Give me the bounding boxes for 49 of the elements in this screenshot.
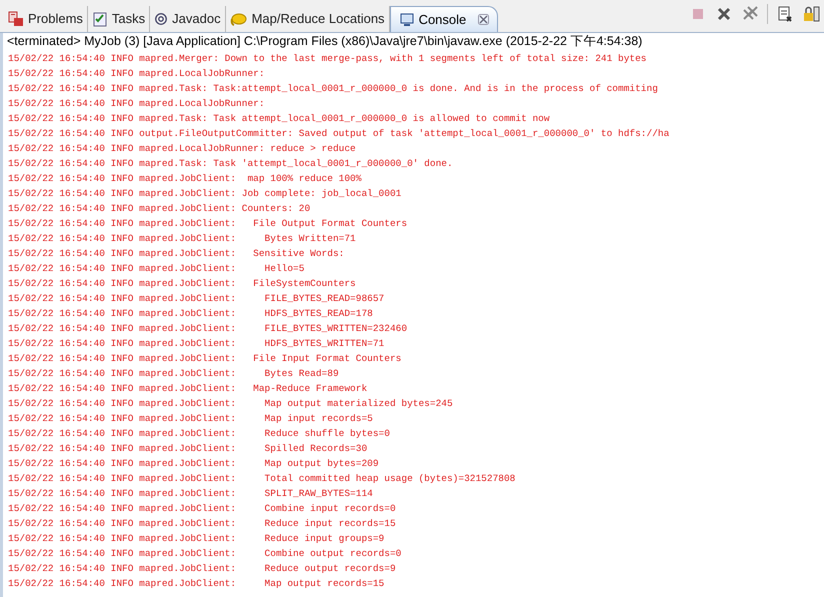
log-line: 15/02/22 16:54:40 INFO mapred.JobClient: Map-Reduce Framework [8,382,368,396]
lock-icon[interactable] [802,5,820,23]
log-line: 15/02/22 16:54:40 INFO mapred.LocalJobRunner: [8,97,266,111]
log-line: 15/02/22 16:54:40 INFO mapred.JobClient: Combine input records=0 [8,502,396,516]
log-line: 15/02/22 16:54:40 INFO mapred.JobClient: Bytes Read=89 [8,367,339,381]
view-tab[interactable]: Javadoc [150,6,226,32]
log-line: 15/02/22 16:54:40 INFO mapred.JobClient: map 100% reduce 100% [8,172,362,186]
log-line: 15/02/22 16:54:40 INFO mapred.JobClient: Sensitive Words: [8,247,344,261]
log-line: 15/02/22 16:54:40 INFO mapred.LocalJobRunner: [8,67,266,81]
process-label: <terminated> MyJob (3) [Java Application] C:\Program Files (x86)\Java\jre7\bin\javaw.exe (2015-2-22 下午4:54:38) [6,33,644,50]
log-line: 15/02/22 16:54:40 INFO mapred.JobClient: Map output records=15 [8,577,384,591]
log-line: 15/02/22 16:54:40 INFO mapred.Task: Task 'attempt_local_0001_r_000000_0' done. [8,157,453,171]
document-icon[interactable] [776,5,794,23]
log-line: 15/02/22 16:54:40 INFO mapred.JobClient: Reduce output records=9 [8,562,396,576]
log-line: 15/02/22 16:54:40 INFO mapred.JobClient: FILE_BYTES_READ=98657 [8,292,384,306]
log-line: 15/02/22 16:54:40 INFO mapred.JobClient: Map input records=5 [8,412,373,426]
view-tab[interactable]: Problems [4,6,88,32]
close-icon[interactable] [478,14,490,25]
log-line: 15/02/22 16:54:40 INFO mapred.JobClient: HDFS_BYTES_WRITTEN=71 [8,337,384,351]
log-line: 15/02/22 16:54:40 INFO mapred.JobClient: Counters: 20 [8,202,310,216]
log-line: 15/02/22 16:54:40 INFO mapred.JobClient: Map output materialized bytes=245 [8,397,453,411]
log-line: 15/02/22 16:54:40 INFO mapred.JobClient: File Input Format Counters [8,352,402,366]
log-line: 15/02/22 16:54:40 INFO mapred.JobClient: Bytes Written=71 [8,232,356,246]
log-line: 15/02/22 16:54:40 INFO mapred.Task: Task:attempt_local_0001_r_000000_0 is done. And is in the process of commiting [8,82,658,96]
log-line: 15/02/22 16:54:40 INFO mapred.JobClient: FILE_BYTES_WRITTEN=232460 [8,322,408,336]
log-line: 15/02/22 16:54:40 INFO mapred.JobClient: Spilled Records=30 [8,442,368,456]
log-line: 15/02/22 16:54:40 INFO mapred.Merger: Down to the last merge-pass, with 1 segments left of total size: 241 bytes [8,52,647,66]
log-line: 15/02/22 16:54:40 INFO mapred.JobClient: Hello=5 [8,262,304,276]
close-icon[interactable] [715,5,733,23]
log-line: 15/02/22 16:54:40 INFO mapred.JobClient: Combine output records=0 [8,547,402,561]
log-line: 15/02/22 16:54:40 INFO mapred.JobClient: FileSystemCounters [8,277,356,291]
log-line: 15/02/22 16:54:40 INFO mapred.JobClient: Reduce input groups=9 [8,532,384,546]
log-line: 15/02/22 16:54:40 INFO mapred.LocalJobRunner: reduce > reduce [8,142,356,156]
view-tab[interactable]: Console [390,6,498,32]
error-list-icon [8,11,24,27]
view-tab[interactable]: Tasks [88,6,150,32]
log-line: 15/02/22 16:54:40 INFO output.FileOutputCommitter: Saved output of task 'attempt_local_0001_r_000000_0' to hdfs://ha [8,127,670,141]
log-line: 15/02/22 16:54:40 INFO mapred.Task: Task attempt_local_0001_r_000000_0 is allowed to commit now [8,112,550,126]
log-line: 15/02/22 16:54:40 INFO mapred.JobClient: SPLIT_RAW_BYTES=114 [8,487,373,501]
log-line: 15/02/22 16:54:40 INFO mapred.JobClient: Reduce input records=15 [8,517,396,531]
monitor-icon [398,12,415,28]
log-line: 15/02/22 16:54:40 INFO mapred.JobClient: Map output bytes=209 [8,457,379,471]
log-line: 15/02/22 16:54:40 INFO mapred.JobClient: Job complete: job_local_0001 [8,187,402,201]
log-line: 15/02/22 16:54:40 INFO mapred.JobClient: File Output Format Counters [8,217,408,231]
view-tab[interactable]: Map/Reduce Locations [226,6,390,32]
log-line: 15/02/22 16:54:40 INFO mapred.JobClient: HDFS_BYTES_READ=178 [8,307,373,321]
checklist-icon [92,11,108,27]
log-line: 15/02/22 16:54:40 INFO mapred.JobClient: Reduce shuffle bytes=0 [8,427,390,441]
log-line: 15/02/22 16:54:40 INFO mapred.JobClient: Total committed heap usage (bytes)=321527808 [8,472,516,486]
